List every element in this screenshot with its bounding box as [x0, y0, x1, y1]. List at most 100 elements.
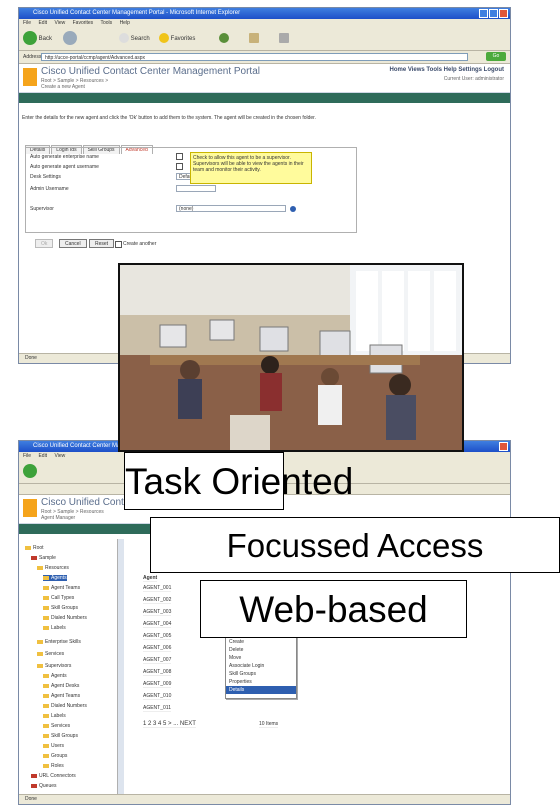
username-checkbox[interactable]	[176, 163, 183, 170]
folder-icon	[43, 723, 49, 728]
tree-scrollbar[interactable]	[118, 539, 124, 794]
instructions-text: Enter the details for the new agent and …	[22, 115, 316, 121]
menu-help[interactable]: Help	[120, 20, 130, 26]
menu-item-properties[interactable]: Properties	[226, 678, 296, 686]
tree-item[interactable]: Supervisors	[37, 663, 71, 669]
portal-nav-links[interactable]: Home Views Tools Help Settings Logout	[390, 67, 504, 73]
menu-tools[interactable]: Tools	[100, 20, 112, 26]
title-bar: Cisco Unified Contact Center Management …	[19, 8, 510, 19]
back-arrow-icon	[23, 464, 37, 479]
nav-band	[19, 93, 510, 103]
browser-toolbar: Back Search Favorites	[19, 28, 510, 51]
back-button[interactable]: Back	[23, 31, 52, 47]
tree-item[interactable]: Services	[37, 651, 64, 657]
menu-view[interactable]: View	[54, 453, 65, 459]
list-item[interactable]: AGENT_011	[143, 705, 171, 712]
tree-item[interactable]: Dialed Numbers	[43, 703, 87, 709]
menu-item-skill-groups[interactable]: Skill Groups	[226, 670, 296, 678]
address-label: Address	[23, 54, 42, 60]
folder-icon	[31, 773, 37, 778]
portal-title: Cisco Unified Contact Center Management …	[41, 66, 260, 77]
tree-item[interactable]: Services	[43, 723, 70, 729]
tree-item[interactable]: Agent Teams	[43, 693, 80, 699]
status-bar-2: Done	[19, 794, 510, 804]
favorites-button[interactable]: Favorites	[159, 31, 195, 47]
list-item[interactable]: AGENT_004	[143, 621, 172, 628]
tree-item-selected[interactable]: Agents	[43, 575, 67, 581]
pager[interactable]: 1 2 3 4 5 > ... NEXT	[143, 721, 196, 728]
media-icon	[219, 33, 229, 44]
tree-item[interactable]: Queues	[31, 783, 57, 789]
search-button[interactable]: Search	[119, 31, 150, 47]
folder-icon	[31, 783, 37, 788]
menu-favorites[interactable]: Favorites	[73, 20, 94, 26]
menu-edit[interactable]: Edit	[38, 20, 47, 26]
menu-item-create[interactable]: Create	[226, 638, 296, 646]
tree-item[interactable]: Call Types	[43, 595, 74, 601]
reset-button[interactable]: Reset	[89, 239, 115, 248]
address-input[interactable]: http://ucce-portal/ccmp/agent/Advanced.a…	[41, 53, 468, 61]
create-another-checkbox[interactable]	[115, 241, 122, 248]
menu-item-delete[interactable]: Delete	[226, 646, 296, 654]
tree-item[interactable]: Resources	[37, 565, 69, 571]
tree-item[interactable]: Groups	[43, 753, 67, 759]
go-button[interactable]: Go	[486, 52, 506, 61]
minimize-icon[interactable]	[479, 9, 488, 18]
print-button[interactable]	[279, 31, 289, 47]
tree-item[interactable]: Agent Desks	[43, 683, 79, 689]
office-photo	[118, 263, 464, 452]
list-item[interactable]: AGENT_007	[143, 657, 172, 664]
menu-item-associate[interactable]: Associate Login	[226, 662, 296, 670]
close-icon[interactable]	[499, 442, 508, 451]
list-item[interactable]: AGENT_005	[143, 633, 172, 640]
tree-item[interactable]: Labels	[43, 625, 66, 631]
info-icon[interactable]	[290, 206, 296, 212]
folder-icon	[43, 733, 49, 738]
folder-icon	[37, 663, 43, 668]
menu-file[interactable]: File	[23, 20, 31, 26]
tree-item[interactable]: Labels	[43, 713, 66, 719]
menu-file[interactable]: File	[23, 453, 31, 459]
menu-view[interactable]: View	[54, 20, 65, 26]
callout-focussed-access: Focussed Access	[150, 517, 560, 573]
tree-item[interactable]: URL Connectors	[31, 773, 76, 779]
back-button[interactable]	[23, 464, 37, 480]
ok-button[interactable]: Ok	[35, 239, 54, 248]
mail-button[interactable]	[249, 31, 259, 47]
maximize-icon[interactable]	[489, 9, 498, 18]
list-item[interactable]: AGENT_010	[143, 693, 172, 700]
folder-icon	[43, 673, 49, 678]
list-item[interactable]: AGENT_009	[143, 681, 172, 688]
list-item[interactable]: AGENT_008	[143, 669, 172, 676]
enterprise-checkbox[interactable]	[176, 153, 183, 160]
tree-item[interactable]: Agent Teams	[43, 585, 80, 591]
cancel-button[interactable]: Cancel	[59, 239, 87, 248]
close-icon[interactable]	[499, 9, 508, 18]
tree-item[interactable]: Agents	[43, 673, 67, 679]
menu-item-details[interactable]: Details	[226, 686, 296, 694]
supervisor-select[interactable]: (none)	[176, 205, 286, 212]
tree-item[interactable]: Sample	[31, 555, 56, 561]
menu-item-move[interactable]: Move	[226, 654, 296, 662]
tree-item[interactable]: Enterprise Skills	[37, 639, 81, 645]
list-item[interactable]: AGENT_001	[143, 585, 172, 592]
media-button[interactable]	[219, 31, 229, 47]
list-item[interactable]: AGENT_006	[143, 645, 172, 652]
forward-button[interactable]	[63, 31, 77, 47]
callout-task-oriented: Task Oriented	[124, 452, 353, 510]
tree-item[interactable]: Users	[43, 743, 64, 749]
menu-edit[interactable]: Edit	[38, 453, 47, 459]
admin-username-input[interactable]	[176, 185, 216, 192]
page-subtitle: Create a new Agent	[41, 84, 85, 90]
folder-icon	[43, 605, 49, 610]
tree-item[interactable]: Roles	[43, 763, 64, 769]
list-item[interactable]: AGENT_003	[143, 609, 172, 616]
tree-item[interactable]: Dialed Numbers	[43, 615, 87, 621]
tree-item[interactable]: Skill Groups	[43, 605, 78, 611]
tree-item[interactable]: Root	[25, 545, 44, 551]
list-item[interactable]: AGENT_002	[143, 597, 172, 604]
list-header[interactable]: Agent	[143, 575, 158, 582]
portal-logo-icon	[23, 68, 37, 86]
tree-item[interactable]: Skill Groups	[43, 733, 78, 739]
office-scene-image	[120, 265, 462, 450]
